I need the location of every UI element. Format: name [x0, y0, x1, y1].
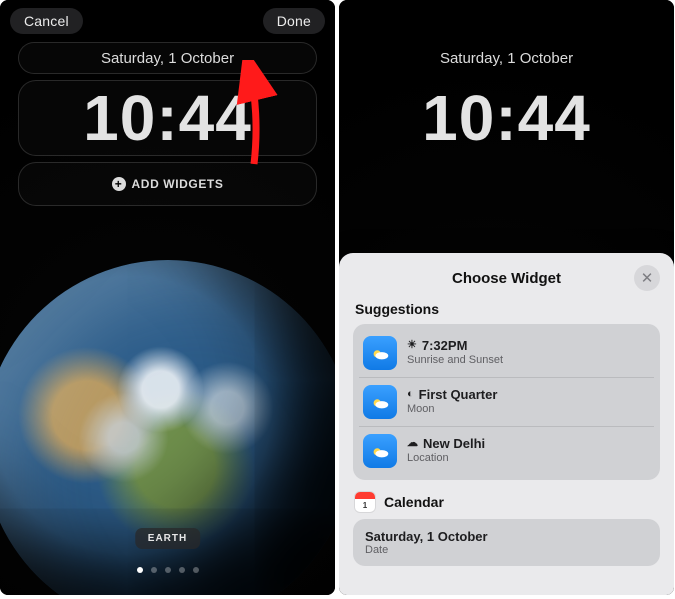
suggestions-card: ☀ 7:32PM Sunrise and Sunset ◐ First Quarte… [353, 324, 660, 480]
suggestion-subtitle: Location [407, 452, 485, 466]
right-screenshot: Saturday, 1 October 10:44 Choose Widget … [339, 0, 674, 595]
cancel-button[interactable]: Cancel [10, 8, 83, 34]
choose-widget-sheet: Choose Widget ✕ Suggestions ☀ 7:32PM Sunr… [339, 253, 674, 595]
calendar-subtitle: Date [365, 544, 648, 556]
close-icon: ✕ [641, 269, 654, 287]
suggestion-row-moon[interactable]: ◐ First Quarter Moon [359, 377, 654, 426]
sheet-title: Choose Widget [452, 270, 561, 287]
date-slot[interactable]: Saturday, 1 October [18, 42, 317, 74]
dot [193, 567, 199, 573]
suggestion-title: New Delhi [423, 436, 485, 452]
lock-editor-column: Saturday, 1 October 10:44 + ADD WIDGETS [18, 42, 317, 206]
calendar-widget-row[interactable]: Saturday, 1 October Date [353, 519, 660, 566]
time-text: 10:44 [422, 86, 591, 150]
time-slot[interactable]: 10:44 [18, 80, 317, 156]
weather-app-icon [363, 385, 397, 419]
weather-app-icon [363, 336, 397, 370]
dot [137, 567, 143, 573]
date-text: Saturday, 1 October [101, 50, 234, 67]
page-dots[interactable] [137, 567, 199, 573]
suggestion-text: ◐ First Quarter Moon [407, 387, 497, 417]
time-slot: 10:44 [357, 80, 656, 156]
date-slot: Saturday, 1 October [357, 42, 656, 74]
calendar-section-header: 1 Calendar [355, 492, 658, 512]
add-widgets-slot[interactable]: + ADD WIDGETS [18, 162, 317, 206]
weather-app-icon [363, 434, 397, 468]
calendar-title: Saturday, 1 October [365, 529, 488, 544]
suggestions-label: Suggestions [355, 301, 658, 317]
suggestion-title: 7:32PM [422, 338, 468, 354]
calendar-label: Calendar [384, 494, 444, 510]
wallpaper-label: EARTH [135, 528, 200, 549]
suggestion-text: ☀ 7:32PM Sunrise and Sunset [407, 338, 503, 368]
suggestion-row-sunrise[interactable]: ☀ 7:32PM Sunrise and Sunset [359, 329, 654, 377]
suggestion-subtitle: Moon [407, 403, 497, 417]
calendar-app-icon: 1 [355, 492, 375, 512]
sunrise-icon: ☀ [407, 339, 417, 353]
done-button[interactable]: Done [263, 8, 325, 34]
time-text: 10:44 [83, 86, 252, 150]
date-text: Saturday, 1 October [440, 50, 573, 67]
suggestion-subtitle: Sunrise and Sunset [407, 354, 503, 368]
close-button[interactable]: ✕ [634, 265, 660, 291]
suggestion-title: First Quarter [419, 387, 498, 403]
plus-icon: + [112, 177, 126, 191]
dot [151, 567, 157, 573]
lock-column: Saturday, 1 October 10:44 [357, 42, 656, 156]
add-widgets-label: ADD WIDGETS [132, 177, 224, 191]
moon-phase-icon: ◐ [407, 388, 414, 402]
cloud-icon: ☁ [407, 437, 418, 451]
dot [165, 567, 171, 573]
left-screenshot: Cancel Done Saturday, 1 October 10:44 + … [0, 0, 335, 595]
suggestion-text: ☁ New Delhi Location [407, 436, 485, 466]
dot [179, 567, 185, 573]
suggestion-row-location[interactable]: ☁ New Delhi Location [359, 426, 654, 475]
editor-topbar: Cancel Done [0, 8, 335, 34]
sheet-header: Choose Widget ✕ [353, 267, 660, 289]
